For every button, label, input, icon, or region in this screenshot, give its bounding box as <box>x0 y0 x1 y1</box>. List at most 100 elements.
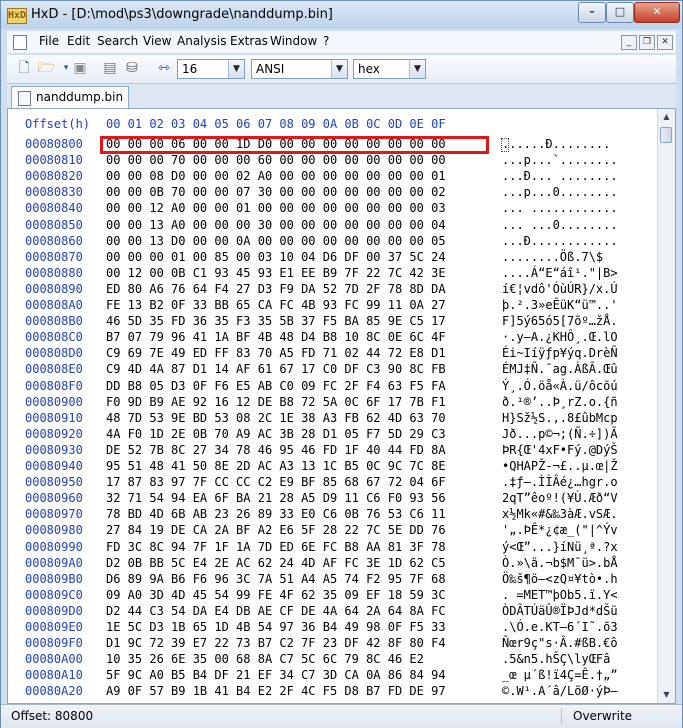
row-hex-bytes[interactable]: 00 12 00 0B C1 93 45 93 E1 EE B9 7F 22 7… <box>106 266 446 280</box>
table-row[interactable]: 00080820 00 00 08 D0 00 00 02 A0 00 00 00… <box>8 169 658 185</box>
mdi-close-button[interactable]: ✕ <box>657 35 673 50</box>
row-ascii[interactable]: Ñœr9ç"s·Â.#ßB.€ô <box>502 636 618 650</box>
row-ascii[interactable]: Ö‰š¶ö–<zQ¤¥tò•.h <box>502 572 618 586</box>
title-bar[interactable]: HxD HxD - [D:\mod\ps3\downgrade\nanddump… <box>1 1 682 29</box>
row-offset[interactable]: 00080960 <box>25 491 83 505</box>
row-offset[interactable]: 000809A0 <box>25 556 83 570</box>
row-hex-bytes[interactable]: D1 9C 72 39 E7 22 73 B7 C2 7F 23 DF 42 8… <box>106 636 446 650</box>
table-row[interactable]: 00080870 00 00 00 01 00 85 00 03 10 04 D6… <box>8 250 658 266</box>
row-offset[interactable]: 00080950 <box>25 475 83 489</box>
row-offset[interactable]: 00080930 <box>25 443 83 457</box>
row-hex-bytes[interactable]: DE 52 7B 8C 27 34 78 46 95 46 FD 1F 40 4… <box>106 443 446 457</box>
row-ascii[interactable]: . =MET™þOb5.ï.Y< <box>502 588 618 602</box>
row-offset[interactable]: 00080800 <box>25 137 83 151</box>
chevron-down-icon[interactable]: ▼ <box>331 60 347 78</box>
table-row[interactable]: 00080830 00 00 0B 70 00 00 07 30 00 00 00… <box>8 185 658 201</box>
row-offset[interactable]: 00080880 <box>25 266 83 280</box>
row-offset[interactable]: 000809D0 <box>25 604 83 618</box>
row-offset[interactable]: 000808D0 <box>25 346 83 360</box>
row-offset[interactable]: 00080920 <box>25 427 83 441</box>
display-mode-select[interactable]: hex ▼ <box>353 59 426 79</box>
row-ascii[interactable]: ©.W¹.A´â/LõØ·ýÞ— <box>502 684 618 698</box>
row-ascii[interactable]: Éi~Iíÿƒp¥ýq.DrèÑ <box>502 346 618 360</box>
row-ascii[interactable]: ý<Œ”...}íNü¸ª.?x <box>502 540 618 554</box>
table-row[interactable]: 00080930 DE 52 7B 8C 27 34 78 46 95 46 FD… <box>8 443 658 459</box>
menu-help[interactable]: ? <box>323 34 329 48</box>
row-ascii[interactable]: .‡ƒ—.ÌÌÂé¿…hgr.o <box>502 475 618 489</box>
row-hex-bytes[interactable]: C9 4D 4A 87 D1 14 AF 61 67 17 C0 DF C3 9… <box>106 362 446 376</box>
row-offset[interactable]: 00080970 <box>25 507 83 521</box>
table-row[interactable]: 00080980 27 84 19 DE CA 2A BF A2 E6 5F 28… <box>8 523 658 539</box>
row-offset[interactable]: 00080870 <box>25 250 83 264</box>
row-ascii[interactable]: ... ............ <box>502 201 618 215</box>
table-row[interactable]: 000809E0 1E 5C D3 1B 65 1D 4B 54 97 36 B4… <box>8 620 658 636</box>
row-offset[interactable]: 000808E0 <box>25 362 83 376</box>
close-button[interactable]: ✕ <box>634 2 680 23</box>
minimize-button[interactable]: – <box>578 2 606 23</box>
document-icon[interactable] <box>13 35 27 50</box>
row-offset[interactable]: 000808A0 <box>25 298 83 312</box>
row-hex-bytes[interactable]: 00 00 13 D0 00 00 0A 00 00 00 00 00 00 0… <box>106 234 446 248</box>
row-ascii[interactable]: .5&n5.hŠÇ\lyŒFâ <box>502 652 610 666</box>
mdi-minimize-button[interactable]: _ <box>621 35 637 50</box>
row-offset[interactable]: 00080940 <box>25 459 83 473</box>
table-row[interactable]: 00080A10 5F 9C A0 B5 B4 DF 21 EF 34 C7 3D… <box>8 668 658 684</box>
table-row[interactable]: 000808A0 FE 13 B2 0F 33 BB 65 CA FC 4B 93… <box>8 298 658 314</box>
row-hex-bytes[interactable]: FE 13 B2 0F 33 BB 65 CA FC 4B 93 FC 99 1… <box>106 298 446 312</box>
row-ascii[interactable]: ........Öß.7\$ <box>502 250 603 264</box>
menu-analysis[interactable]: Analysis <box>177 34 226 48</box>
row-hex-bytes[interactable]: ED 80 A6 76 64 F4 27 D3 F9 DA 52 7D 2F 7… <box>106 282 446 296</box>
table-row[interactable]: 00080920 4A F0 1D 2E 0B 70 A9 AC 3B 28 D1… <box>8 427 658 443</box>
row-offset[interactable]: 00080A10 <box>25 668 83 682</box>
row-ascii[interactable]: ......Ð........ <box>502 137 610 151</box>
menu-edit[interactable]: Edit <box>67 34 90 48</box>
row-hex-bytes[interactable]: 95 51 48 41 50 8E 2D AC A3 13 1C B5 0C 9… <box>106 459 446 473</box>
table-row[interactable]: 000809D0 D2 44 C3 54 DA E4 DB AE CF DE 4A… <box>8 604 658 620</box>
tab-nanddump[interactable]: nanddump.bin <box>11 86 129 108</box>
table-row[interactable]: 00080960 32 71 54 94 EA 6F BA 21 28 A5 D9… <box>8 491 658 507</box>
row-hex-bytes[interactable]: B7 07 79 96 41 1A BF 4B 48 D4 B8 10 8C 0… <box>106 330 446 344</box>
row-hex-bytes[interactable]: 00 00 13 A0 00 00 00 30 00 00 00 00 00 0… <box>106 218 446 232</box>
row-hex-bytes[interactable]: 78 BD 4D 6B AB 23 26 89 33 E0 C6 0B 76 5… <box>106 507 446 521</box>
row-ascii[interactable]: x½Mk«#&‰3àÆ.vSÆ. <box>502 507 618 521</box>
row-ascii[interactable]: ...p...0........ <box>502 185 618 199</box>
table-row[interactable]: 000809F0 D1 9C 72 39 E7 22 73 B7 C2 7F 23… <box>8 636 658 652</box>
row-hex-bytes[interactable]: D2 44 C3 54 DA E4 DB AE CF DE 4A 64 2A 6… <box>106 604 446 618</box>
table-row[interactable]: 00080880 00 12 00 0B C1 93 45 93 E1 EE B9… <box>8 266 658 282</box>
row-hex-bytes[interactable]: 00 00 00 01 00 85 00 03 10 04 D6 DF 00 3… <box>106 250 446 264</box>
row-offset[interactable]: 00080910 <box>25 411 83 425</box>
table-row[interactable]: 000809C0 09 A0 3D 4D 45 54 99 FE 4F 62 35… <box>8 588 658 604</box>
row-hex-bytes[interactable]: 27 84 19 DE CA 2A BF A2 E6 5F 28 22 7C 5… <box>106 523 446 537</box>
row-ascii[interactable]: ð.¹®’..Þ¸rZ.o.{ñ <box>502 395 618 409</box>
row-hex-bytes[interactable]: C9 69 7E 49 ED FF 83 70 A5 FD 71 02 44 7… <box>106 346 446 360</box>
row-ascii[interactable]: ...Ð............ <box>502 234 618 248</box>
table-row[interactable]: 00080910 48 7D 53 9E BD 53 08 2C 1E 38 A3… <box>8 411 658 427</box>
menu-file[interactable]: File <box>39 34 59 48</box>
disk-editor-icon[interactable]: ⛁ <box>123 60 141 77</box>
row-hex-bytes[interactable]: 10 35 26 6E 35 00 68 8A C7 5C 6C 79 8C 4… <box>106 652 424 666</box>
menu-search[interactable]: Search <box>97 34 138 48</box>
row-ascii[interactable]: H}Sž½S.,.8£ûbMcp <box>502 411 618 425</box>
row-ascii[interactable]: ... ...0........ <box>502 218 618 232</box>
row-offset[interactable]: 00080900 <box>25 395 83 409</box>
vertical-scrollbar[interactable]: ▲ ▼ <box>657 109 675 703</box>
row-ascii[interactable]: ·.y–A.¿KHÔ¸.Œ.lO <box>502 330 618 344</box>
row-offset[interactable]: 00080820 <box>25 169 83 183</box>
row-ascii[interactable]: í€¦vdô'ÓùÚR}/x.Ú <box>502 282 618 296</box>
row-offset[interactable]: 000809E0 <box>25 620 83 634</box>
save-icon[interactable]: ▣ <box>71 60 89 77</box>
row-hex-bytes[interactable]: 32 71 54 94 EA 6F BA 21 28 A5 D9 11 C6 F… <box>106 491 446 505</box>
row-hex-bytes[interactable]: A9 0F 57 B9 1B 41 B4 E2 2F 4C F5 D8 B7 F… <box>106 684 446 698</box>
row-offset[interactable]: 00080A00 <box>25 652 83 666</box>
row-ascii[interactable]: F]5ý65ó5[7õº…žÅ. <box>502 314 618 328</box>
new-file-icon[interactable]: 🗋 <box>15 60 33 77</box>
table-row[interactable]: 00080950 17 87 83 97 7F CC CC C2 E9 BF 85… <box>8 475 658 491</box>
row-ascii[interactable]: ÉMJ‡Ñ.¯ag.ÀßÃ.Œû <box>502 362 618 376</box>
row-ascii[interactable]: Ý¸.Ó.öå«À.ü/ôcõú <box>502 379 618 393</box>
table-row[interactable]: 000809B0 D6 89 9A B6 F6 96 3C 7A 51 A4 A5… <box>8 572 658 588</box>
row-ascii[interactable]: ÒDÃTÚäÛ®ÏÞJd*dŠü <box>502 604 618 618</box>
row-ascii[interactable]: Jð...p©¬;(Ñ.÷])Ã <box>502 427 618 441</box>
hex-editor[interactable]: Offset(h) 00 01 02 03 04 05 06 07 08 09 … <box>7 108 676 704</box>
table-row[interactable]: 00080990 FD 3C 8C 94 7F 1F 1A 7D ED 6E FC… <box>8 540 658 556</box>
table-row[interactable]: 000809A0 D2 0B BB 5C E4 2E AC 62 24 4D AF… <box>8 556 658 572</box>
